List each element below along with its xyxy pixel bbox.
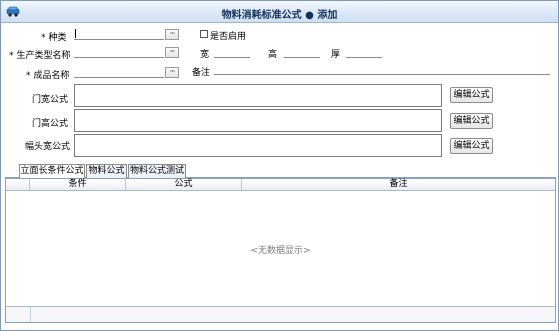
ellipsis-icon: ··· [169,29,176,38]
product-name-label: * 成品名称 [26,71,70,81]
dialog-window: 物料消耗标准公式 ● 添加 * 种类 ··· 是否启用 * 生产类型名称 ··· 宽… [0,0,559,331]
thickness-input[interactable] [346,46,382,58]
formula-grid: 条件 公式 备注 <无数据显示> [5,178,556,323]
edit-head-width-formula-button[interactable]: 编辑公式 [450,138,493,154]
door-height-formula-input[interactable] [74,109,442,132]
category-browse-button[interactable]: ··· [165,29,179,40]
width-label: 宽 [200,50,210,60]
head-width-formula-label: 幅头宽公式 [25,142,71,152]
grid-header: 条件 公式 备注 [6,179,555,191]
width-input[interactable] [214,46,250,58]
title-bar: 物料消耗标准公式 ● 添加 [1,1,558,23]
grid-header-indicator [6,179,30,191]
column-header-condition[interactable]: 条件 [30,179,126,191]
edit-door-width-formula-button[interactable]: 编辑公式 [450,87,493,103]
grid-footer [6,306,555,322]
required-mark: * [26,71,31,81]
tab-facade-length-condition[interactable]: 立面长条件公式 [19,164,85,179]
remark-label: 备注 [192,68,211,78]
edit-door-height-formula-button[interactable]: 编辑公式 [450,113,493,129]
head-width-formula-input[interactable] [74,134,442,157]
height-label: 高 [268,50,278,60]
category-input[interactable] [74,28,164,40]
door-width-formula-input[interactable] [74,84,442,107]
product-name-input[interactable] [74,66,164,78]
enabled-checkbox[interactable] [200,30,208,38]
tab-strip: 立面长条件公式 物料公式 物料公式测试 [5,164,556,179]
product-name-browse-button[interactable]: ··· [165,67,179,78]
tab-material-formula-test[interactable]: 物料公式测试 [128,164,186,178]
production-type-browse-button[interactable]: ··· [165,47,179,58]
ellipsis-icon: ··· [169,47,176,56]
remark-input[interactable] [214,63,550,75]
category-label: * 种类 [41,33,67,43]
production-type-input[interactable] [74,46,164,58]
footer-divider [30,307,31,322]
height-input[interactable] [284,46,320,58]
production-type-label: * 生产类型名称 [9,51,71,61]
column-header-formula[interactable]: 公式 [126,179,242,191]
thickness-label: 厚 [331,50,341,60]
door-width-formula-label: 门宽公式 [32,95,69,105]
door-height-formula-label: 门高公式 [32,119,69,129]
required-mark: * [9,51,14,61]
tab-material-formula[interactable]: 物料公式 [86,164,127,178]
window-title: 物料消耗标准公式 ● 添加 [221,10,338,21]
grid-empty-message: <无数据显示> [250,246,311,256]
ellipsis-icon: ··· [169,67,176,76]
required-mark: * [41,33,46,43]
enabled-label: 是否启用 [210,32,247,42]
column-header-remark[interactable]: 备注 [242,179,555,191]
